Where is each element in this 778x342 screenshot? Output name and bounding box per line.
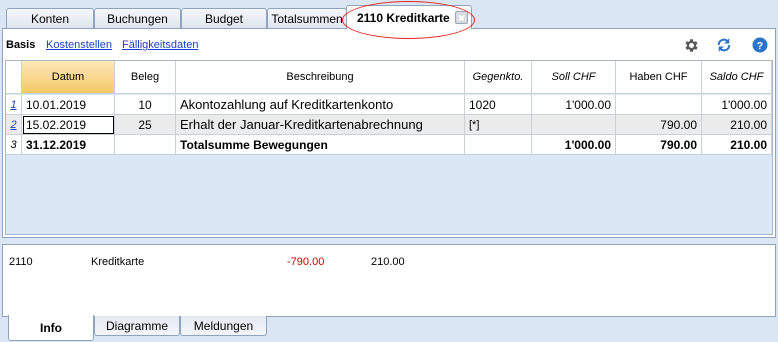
cell-datum[interactable]: 31.12.2019	[22, 135, 115, 155]
tab-label: Totalsummen	[271, 11, 343, 26]
row-number: 3	[6, 135, 22, 155]
cell-beleg[interactable]: 10	[115, 95, 176, 115]
document-tabs: Konten Buchungen Budget Totalsummen 2110…	[0, 0, 778, 39]
row-number-link[interactable]: 2	[6, 115, 22, 135]
view-faelligkeitsdaten[interactable]: Fälligkeitsdaten	[122, 39, 198, 51]
tab-diagramme[interactable]: Diagramme	[94, 316, 180, 336]
tab-info[interactable]: Info	[8, 315, 94, 341]
cell-beleg[interactable]	[115, 135, 176, 155]
cell-gegenkonto[interactable]: [*]	[465, 115, 532, 135]
cell-datum[interactable]: 10.01.2019	[22, 95, 115, 115]
tab-label: Budget	[204, 11, 244, 26]
tab-totalsummen[interactable]: Totalsummen	[267, 8, 347, 28]
cell-soll[interactable]: 1'000.00	[532, 95, 616, 115]
svg-text:?: ?	[757, 40, 763, 52]
tab-label: Konten	[30, 11, 70, 26]
row-number-link[interactable]: 1	[6, 95, 22, 115]
info-account-number: 2110	[9, 256, 33, 268]
column-header-datum[interactable]: Datum	[22, 61, 115, 94]
tab-label: Diagramme	[105, 318, 168, 333]
cell-saldo[interactable]: 1'000.00	[702, 95, 772, 115]
gear-icon[interactable]	[681, 35, 701, 55]
help-icon[interactable]: ?	[750, 35, 770, 55]
column-header-beleg[interactable]: Beleg	[115, 61, 176, 94]
view-bar: Basis Kostenstellen Fälligkeitsdaten ?	[3, 29, 775, 59]
tab-buchungen[interactable]: Buchungen	[94, 8, 181, 28]
account-card-panel: Basis Kostenstellen Fälligkeitsdaten ? D…	[2, 28, 776, 238]
view-basis[interactable]: Basis	[6, 39, 35, 51]
cell-beschreibung[interactable]: Totalsumme Bewegungen	[176, 135, 465, 155]
cell-gegenkonto[interactable]	[465, 135, 532, 155]
cell-haben[interactable]: 790.00	[616, 115, 702, 135]
cell-haben[interactable]: 790.00	[616, 135, 702, 155]
info-amount: 210.00	[371, 256, 405, 268]
column-header-saldo[interactable]: Saldo CHF	[702, 61, 772, 94]
transactions-table: Datum Beleg Beschreibung Gegenkto. Soll …	[5, 60, 773, 235]
info-panel: 2110 Kreditkarte -790.00 210.00	[2, 244, 776, 317]
cell-soll[interactable]	[532, 115, 616, 135]
cell-gegenkonto[interactable]: 1020	[465, 95, 532, 115]
refresh-icon[interactable]	[714, 35, 734, 55]
tab-label: Meldungen	[193, 318, 254, 333]
table-row[interactable]: 1 10.01.2019 10 Akontozahlung auf Kredit…	[6, 95, 772, 115]
info-amount-negative: -790.00	[287, 256, 325, 268]
cell-saldo[interactable]: 210.00	[702, 135, 772, 155]
cell-beschreibung[interactable]: Erhalt der Januar-Kreditkartenabrechnung	[176, 115, 465, 135]
column-header-gegenkonto[interactable]: Gegenkto.	[465, 61, 532, 94]
cell-beleg[interactable]: 25	[115, 115, 176, 135]
table-header-row: Datum Beleg Beschreibung Gegenkto. Soll …	[6, 61, 772, 94]
close-icon[interactable]	[454, 11, 468, 24]
row-number-header	[6, 61, 22, 94]
info-account-description: Kreditkarte	[91, 256, 145, 268]
table-row[interactable]: 2 15.02.2019 25 Erhalt der Januar-Kredit…	[6, 115, 772, 135]
tab-budget[interactable]: Budget	[181, 8, 267, 28]
cell-soll[interactable]: 1'000.00	[532, 135, 616, 155]
tab-label: Buchungen	[107, 11, 168, 26]
cell-saldo[interactable]: 210.00	[702, 115, 772, 135]
cell-beschreibung[interactable]: Akontozahlung auf Kreditkartenkonto	[176, 95, 465, 115]
cell-datum-selected[interactable]: 15.02.2019	[22, 115, 115, 135]
view-kostenstellen[interactable]: Kostenstellen	[46, 39, 112, 51]
column-header-soll[interactable]: Soll CHF	[532, 61, 616, 94]
column-header-beschreibung[interactable]: Beschreibung	[176, 61, 465, 94]
tab-label: 2110 Kreditkarte	[357, 10, 450, 25]
tab-label: Info	[40, 320, 62, 335]
tab-konten[interactable]: Konten	[6, 8, 94, 28]
tab-meldungen[interactable]: Meldungen	[180, 316, 267, 336]
cell-haben[interactable]	[616, 95, 702, 115]
table-row-total[interactable]: 3 31.12.2019 Totalsumme Bewegungen 1'000…	[6, 135, 772, 155]
column-header-haben[interactable]: Haben CHF	[616, 61, 702, 94]
tab-kreditkarte[interactable]: 2110 Kreditkarte	[346, 5, 472, 29]
